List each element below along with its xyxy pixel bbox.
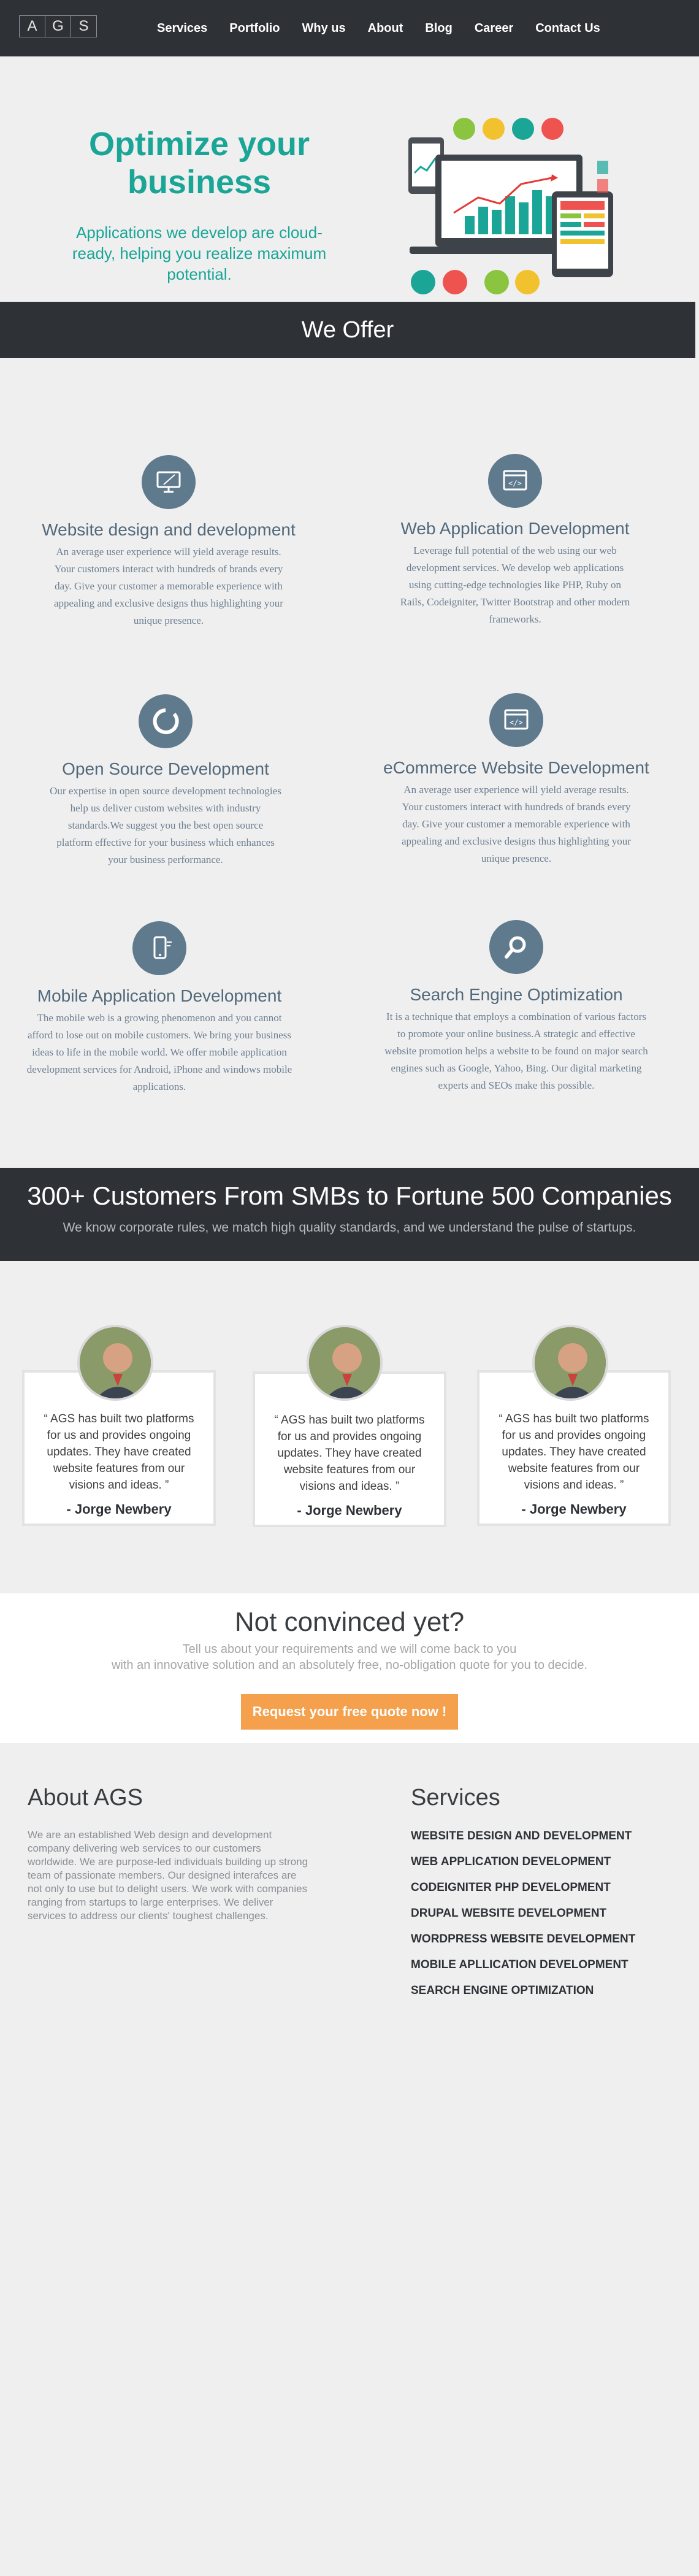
logo-letter: S — [71, 16, 96, 37]
code-window-icon: </> — [489, 693, 543, 747]
request-quote-button[interactable]: Request your free quote now ! — [241, 1694, 458, 1730]
nav-link-services[interactable]: Services — [157, 21, 207, 36]
nav-link-career[interactable]: Career — [475, 21, 513, 36]
monitor-icon — [142, 455, 196, 509]
hero-subtitle: Applications we develop are cloud-ready,… — [72, 223, 327, 283]
service-block-website-design: Website design and development An averag… — [28, 455, 310, 629]
logo-letter: A — [27, 18, 37, 34]
cta-heading: Not convinced yet? — [234, 1607, 465, 1637]
top-navigation: A G S Services Portfolio Why us About Bl… — [0, 0, 699, 56]
testimonial-author: - Jorge Newbery — [297, 1503, 402, 1518]
service-block-seo: Search Engine Optimization It is a techn… — [375, 920, 657, 1094]
service-block-mobile-application: Mobile Application Development The mobil… — [18, 921, 300, 1095]
footer-services-list: WEBSITE DESIGN AND DEVELOPMENT WEB APPLI… — [411, 1823, 668, 2004]
testimonial-author: - Jorge Newbery — [66, 1501, 172, 1517]
svg-text:</>: </> — [508, 479, 522, 488]
footer-service-link[interactable]: CODEIGNITER PHP DEVELOPMENT — [411, 1875, 668, 1901]
footer-services-heading: Services — [411, 1785, 500, 1811]
footer-service-link[interactable]: MOBILE APLLICATION DEVELOPMENT — [411, 1952, 668, 1978]
about-section: About AGS We are an established Web desi… — [28, 1785, 310, 1923]
hero-illustration — [408, 118, 613, 294]
circle-icon — [483, 118, 505, 140]
about-heading: About AGS — [28, 1785, 143, 1811]
svg-text:</>: </> — [510, 718, 523, 727]
code-window-icon: </> — [488, 454, 542, 508]
service-title: Open Source Development — [62, 759, 269, 778]
service-title: Web Application Development — [400, 519, 630, 538]
customers-banner: 300+ Customers From SMBs to Fortune 500 … — [0, 1168, 699, 1261]
service-title: Mobile Application Development — [37, 986, 282, 1005]
we-offer-heading: We Offer — [301, 316, 394, 343]
circle-icon — [515, 270, 540, 294]
circle-icon — [443, 270, 467, 294]
hero-title: Optimize your business — [88, 126, 310, 201]
avatar — [77, 1325, 153, 1401]
circle-icon — [453, 118, 475, 140]
avatar — [307, 1325, 383, 1401]
about-text: We are an established Web design and dev… — [28, 1829, 308, 1922]
service-block-open-source: Open Source Development Our expertise in… — [25, 694, 307, 868]
cta-line: with an innovative solution and an absol… — [111, 1658, 588, 1672]
site-logo[interactable]: A G S — [19, 15, 97, 37]
circle-icon — [541, 118, 563, 140]
footer-service-link[interactable]: WEBSITE DESIGN AND DEVELOPMENT — [411, 1823, 668, 1849]
service-title: Website design and development — [42, 520, 296, 539]
footer-service-link[interactable]: SEARCH ENGINE OPTIMIZATION — [411, 1978, 668, 2004]
nav-link-contact-us[interactable]: Contact Us — [535, 21, 600, 36]
circle-icon — [411, 270, 435, 294]
service-description: The mobile web is a growing phenomenon a… — [26, 1012, 292, 1092]
service-description: An average user experience will yield av… — [54, 546, 283, 626]
footer-service-link[interactable]: DRUPAL WEBSITE DEVELOPMENT — [411, 1901, 668, 1926]
magnifier-icon — [489, 920, 543, 974]
circle-icon — [512, 118, 534, 140]
service-description: Leverage full potential of the web using… — [400, 545, 630, 625]
avatar — [532, 1325, 608, 1401]
service-description: Our expertise in open source development… — [50, 785, 281, 865]
footer-service-link[interactable]: WORDPRESS WEBSITE DEVELOPMENT — [411, 1926, 668, 1952]
cta-section: Not convinced yet? Tell us about your re… — [0, 1593, 699, 1743]
nav-link-why-us[interactable]: Why us — [302, 21, 346, 36]
we-offer-banner: We Offer — [0, 302, 695, 358]
service-block-web-application: </> Web Application Development Leverage… — [374, 454, 656, 628]
cta-line: Tell us about your requirements and we w… — [182, 1643, 517, 1656]
nav-link-about[interactable]: About — [368, 21, 403, 36]
mobile-phone-icon — [132, 921, 186, 975]
testimonial-author: - Jorge Newbery — [521, 1501, 627, 1517]
hero-section: Optimize your business Applications we d… — [0, 56, 699, 302]
circle-icon — [484, 270, 509, 294]
nav-menu: Services Portfolio Why us About Blog Car… — [157, 0, 622, 56]
service-block-ecommerce: </> eCommerce Website Development An ave… — [375, 693, 657, 867]
customers-subheading: We know corporate rules, we match high q… — [63, 1221, 636, 1235]
service-description: It is a technique that employs a combina… — [384, 1011, 648, 1091]
ring-icon — [139, 694, 193, 748]
service-title: eCommerce Website Development — [383, 758, 649, 777]
service-title: Search Engine Optimization — [410, 985, 623, 1004]
logo-letter: G — [45, 16, 71, 37]
nav-link-blog[interactable]: Blog — [425, 21, 452, 36]
service-description: An average user experience will yield av… — [402, 784, 631, 864]
customers-heading: 300+ Customers From SMBs to Fortune 500 … — [27, 1181, 672, 1210]
nav-link-portfolio[interactable]: Portfolio — [229, 21, 280, 36]
footer-service-link[interactable]: WEB APPLICATION DEVELOPMENT — [411, 1849, 668, 1875]
footer-services: Services WEBSITE DESIGN AND DEVELOPMENT … — [411, 1785, 668, 2004]
